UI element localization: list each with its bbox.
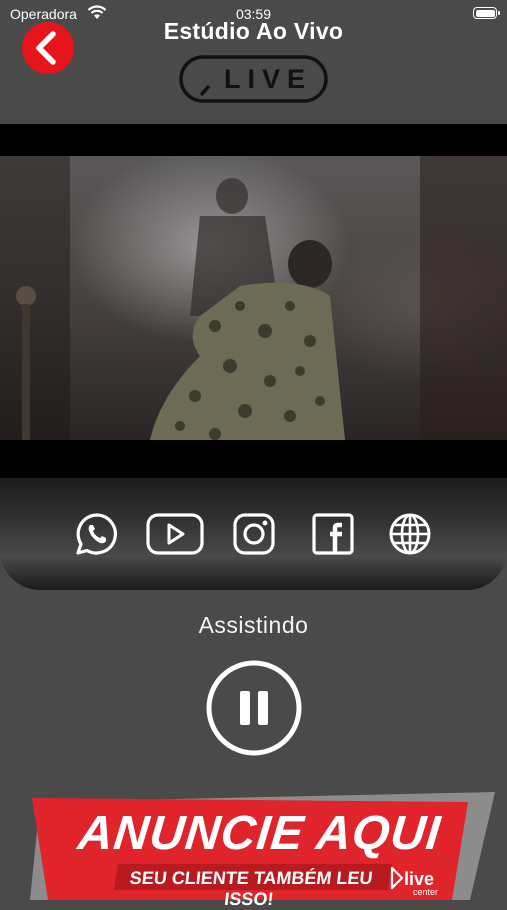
live-logo-text: LIVE: [224, 64, 313, 94]
ad-subtitle: SEU CLIENTE TAMBÉM LEU ISSO!: [128, 868, 374, 909]
ad-title: ANUNCIE AQUI: [75, 807, 444, 860]
ad-brand-subtext: center: [413, 887, 439, 897]
facebook-icon[interactable]: [311, 512, 355, 556]
playback-status: Assistindo: [198, 612, 309, 638]
pause-icon: [206, 660, 302, 756]
instagram-icon[interactable]: [232, 512, 276, 556]
whatsapp-icon[interactable]: [75, 512, 119, 556]
website-globe-icon[interactable]: [388, 512, 432, 556]
pause-button[interactable]: [205, 659, 303, 757]
video-scene-image: [0, 156, 507, 440]
video-frame[interactable]: [0, 156, 507, 440]
youtube-icon[interactable]: [146, 512, 204, 556]
page-title: Estúdio Ao Vivo: [163, 18, 344, 44]
